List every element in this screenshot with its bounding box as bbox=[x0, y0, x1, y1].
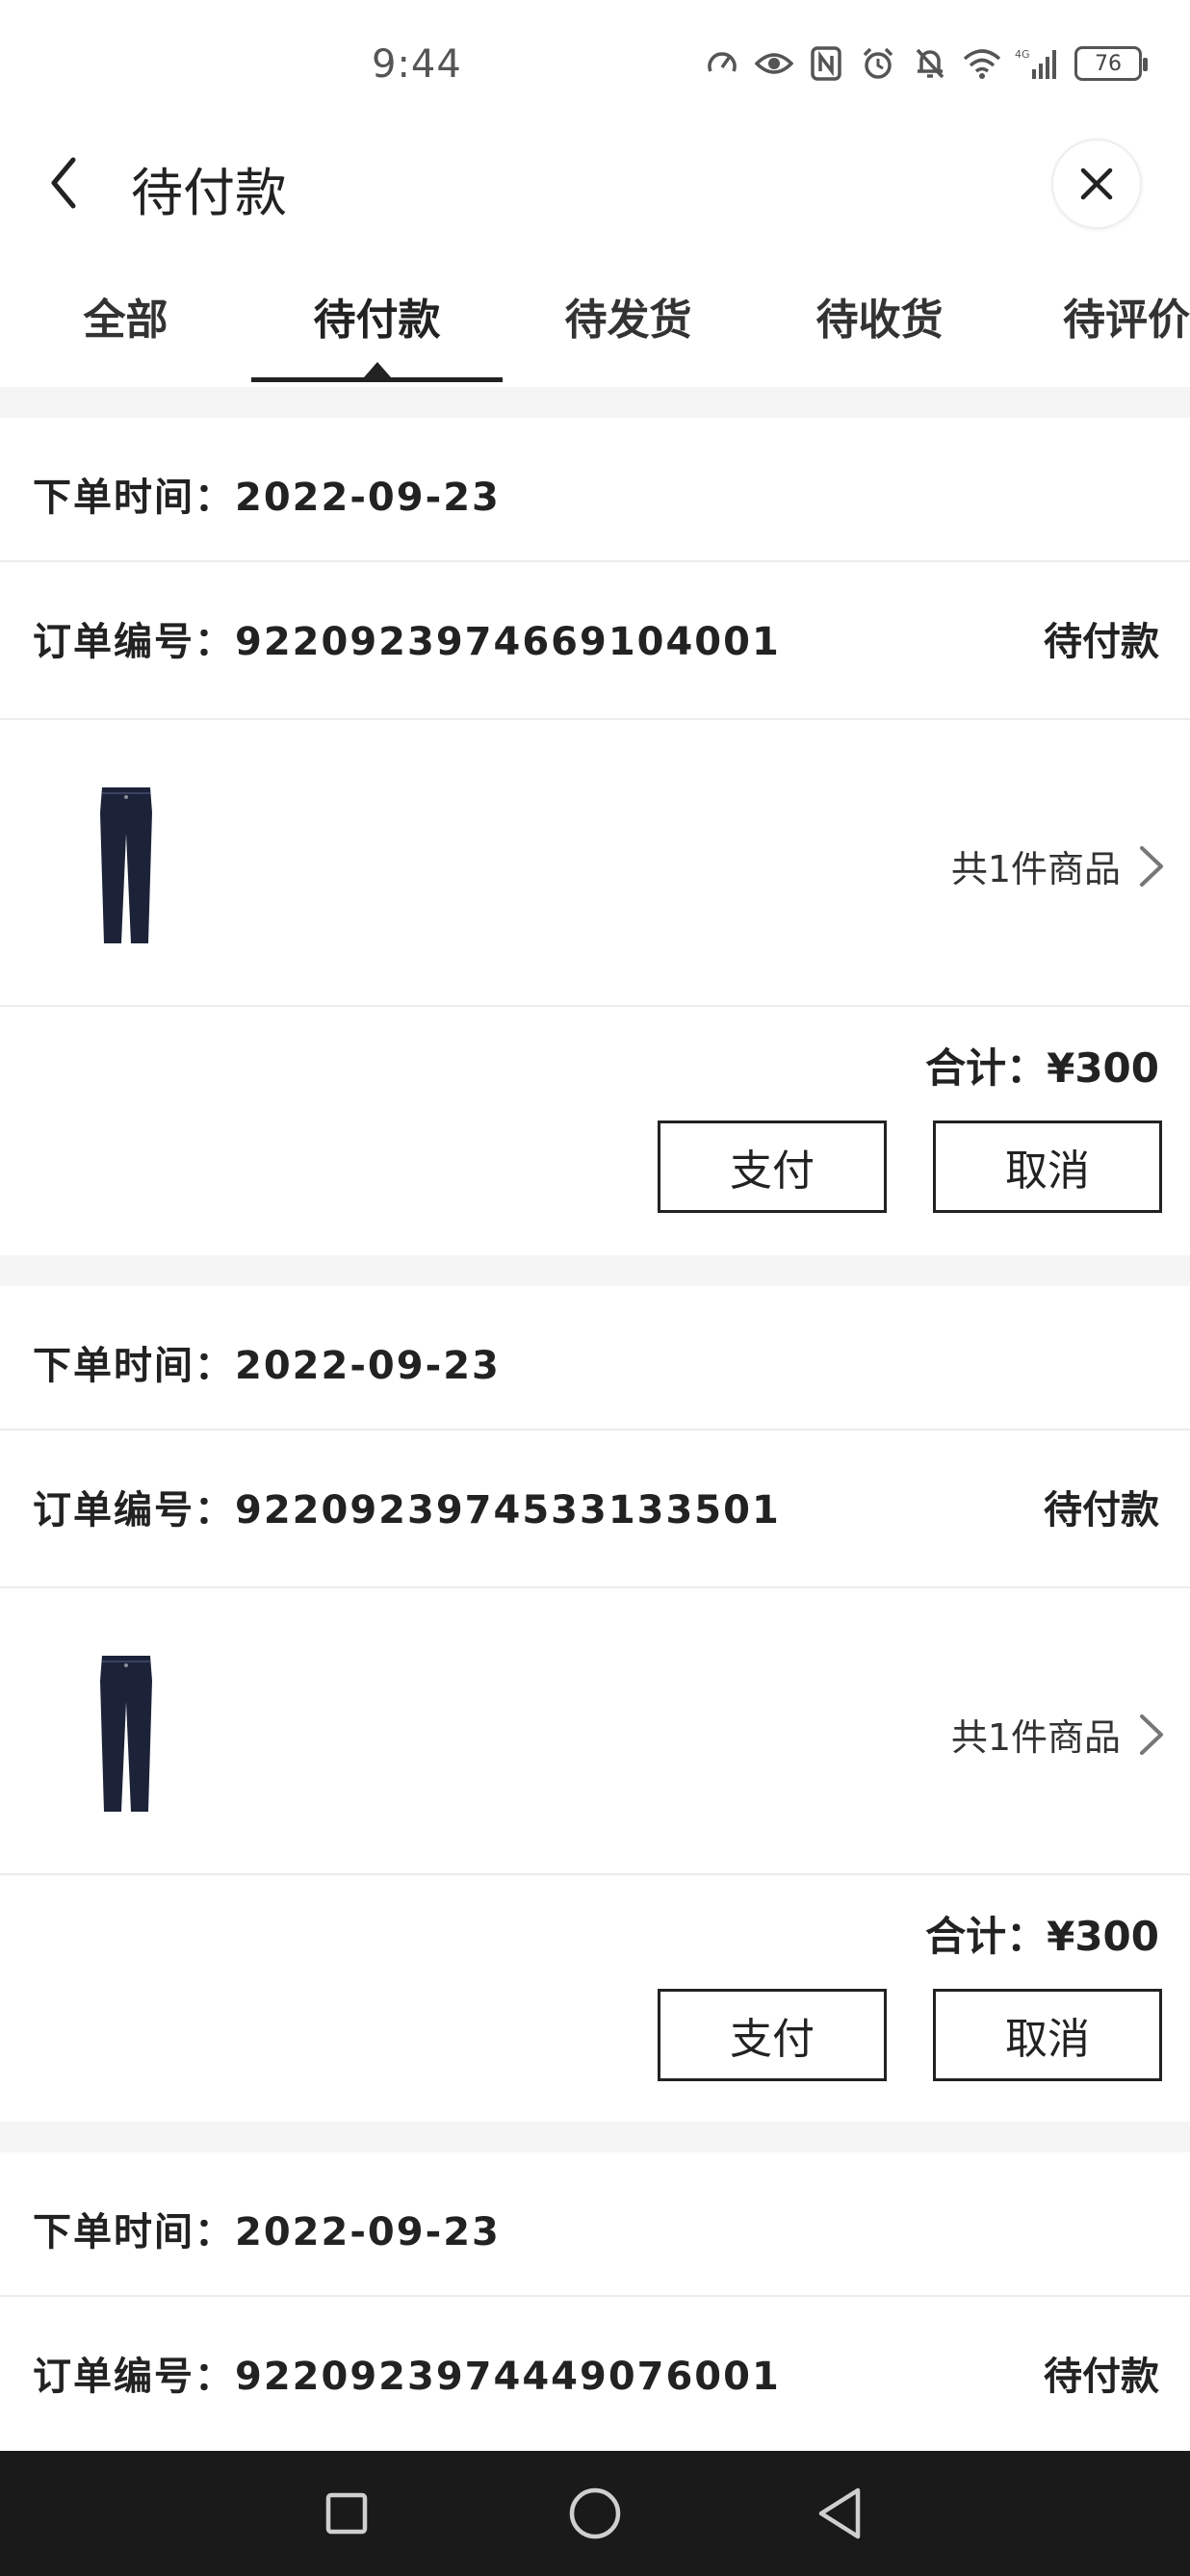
order-card: 下单时间：2022-09-23 订单编号：9220923974533133501… bbox=[0, 1286, 1190, 2124]
order-status: 待付款 bbox=[1044, 2355, 1159, 2399]
order-date-row: 下单时间：2022-09-23 bbox=[0, 418, 1190, 562]
back-button[interactable] bbox=[35, 152, 92, 214]
status-time: 9:44 bbox=[372, 42, 462, 87]
network-label: 4G bbox=[1015, 48, 1030, 61]
status-bar: 9:44 4G 76 bbox=[0, 0, 1190, 131]
chevron-right-icon bbox=[1140, 1713, 1163, 1755]
order-number: 订单编号：9220923974449076001 bbox=[33, 2355, 781, 2399]
order-total: 合计：¥300 bbox=[925, 1913, 1159, 1960]
section-divider bbox=[0, 2122, 1190, 2152]
circle-icon bbox=[569, 2487, 621, 2539]
alarm-icon bbox=[859, 44, 897, 83]
active-tab-caret bbox=[364, 362, 391, 377]
item-count: 共1件商品 bbox=[950, 848, 1121, 890]
eye-icon bbox=[755, 44, 793, 83]
signal-4g-icon: 4G bbox=[1015, 44, 1061, 83]
cancel-button[interactable]: 取消 bbox=[933, 1989, 1162, 2081]
item-count-link[interactable]: 共1件商品 bbox=[951, 1708, 1165, 1761]
order-product-row[interactable]: 共1件商品 bbox=[0, 720, 1190, 1007]
section-divider bbox=[0, 1255, 1190, 1286]
recents-button[interactable] bbox=[303, 2472, 390, 2555]
cancel-button[interactable]: 取消 bbox=[933, 1121, 1162, 1213]
battery-indicator: 76 bbox=[1074, 46, 1148, 81]
pay-button[interactable]: 支付 bbox=[658, 1989, 887, 2081]
square-icon bbox=[325, 2492, 368, 2535]
order-number-row: 订单编号：9220923974533133501 待付款 bbox=[0, 1430, 1190, 1588]
mute-bell-icon bbox=[911, 44, 949, 83]
home-button[interactable] bbox=[552, 2472, 638, 2555]
active-tab-indicator bbox=[251, 377, 503, 382]
wifi-icon bbox=[963, 44, 1001, 83]
close-icon bbox=[1080, 167, 1113, 200]
order-card: 下单时间：2022-09-23 订单编号：9220923974449076001… bbox=[0, 2152, 1190, 2455]
order-status: 待付款 bbox=[1044, 620, 1159, 664]
chevron-left-icon bbox=[51, 157, 76, 209]
item-count: 共1件商品 bbox=[950, 1716, 1121, 1759]
order-total-row: 合计：¥300 支付 取消 bbox=[0, 1007, 1190, 1255]
chevron-right-icon bbox=[1140, 845, 1163, 887]
order-number-row: 订单编号：9220923974449076001 待付款 bbox=[0, 2297, 1190, 2455]
pay-button[interactable]: 支付 bbox=[658, 1121, 887, 1213]
order-date: 下单时间：2022-09-23 bbox=[33, 2210, 501, 2254]
order-card: 下单时间：2022-09-23 订单编号：9220923974669104001… bbox=[0, 418, 1190, 1255]
order-number: 订单编号：9220923974533133501 bbox=[33, 1488, 781, 1533]
close-button[interactable] bbox=[1051, 139, 1142, 229]
tab-pending-receipt[interactable]: 待收货 bbox=[754, 258, 1005, 387]
order-total-row: 合计：¥300 支付 取消 bbox=[0, 1875, 1190, 2124]
order-status: 待付款 bbox=[1044, 1488, 1159, 1533]
product-thumbnail[interactable] bbox=[92, 1652, 160, 1816]
order-date: 下单时间：2022-09-23 bbox=[33, 476, 501, 520]
speed-icon bbox=[703, 44, 741, 83]
product-thumbnail[interactable] bbox=[92, 784, 160, 947]
order-product-row[interactable]: 共1件商品 bbox=[0, 1588, 1190, 1875]
tab-pending-review[interactable]: 待评价 bbox=[1005, 258, 1190, 387]
item-count-link[interactable]: 共1件商品 bbox=[951, 839, 1165, 892]
system-nav-bar bbox=[0, 2451, 1190, 2576]
order-number: 订单编号：9220923974669104001 bbox=[33, 620, 781, 664]
page-title: 待付款 bbox=[131, 163, 287, 223]
order-status-tabs: 全部 待付款 待发货 待收货 待评价 bbox=[0, 258, 1190, 387]
order-date: 下单时间：2022-09-23 bbox=[33, 1344, 501, 1388]
order-date-row: 下单时间：2022-09-23 bbox=[0, 2152, 1190, 2297]
header: 待付款 bbox=[0, 131, 1190, 237]
status-icons: 4G 76 bbox=[703, 44, 1148, 83]
order-number-row: 订单编号：9220923974669104001 待付款 bbox=[0, 562, 1190, 720]
order-date-row: 下单时间：2022-09-23 bbox=[0, 1286, 1190, 1430]
section-divider bbox=[0, 387, 1190, 418]
back-nav-button[interactable] bbox=[797, 2472, 884, 2555]
order-total: 合计：¥300 bbox=[925, 1044, 1159, 1092]
tab-pending-shipment[interactable]: 待发货 bbox=[503, 258, 754, 387]
nfc-icon bbox=[807, 44, 845, 83]
tab-all[interactable]: 全部 bbox=[0, 258, 251, 387]
triangle-back-icon bbox=[818, 2487, 861, 2539]
